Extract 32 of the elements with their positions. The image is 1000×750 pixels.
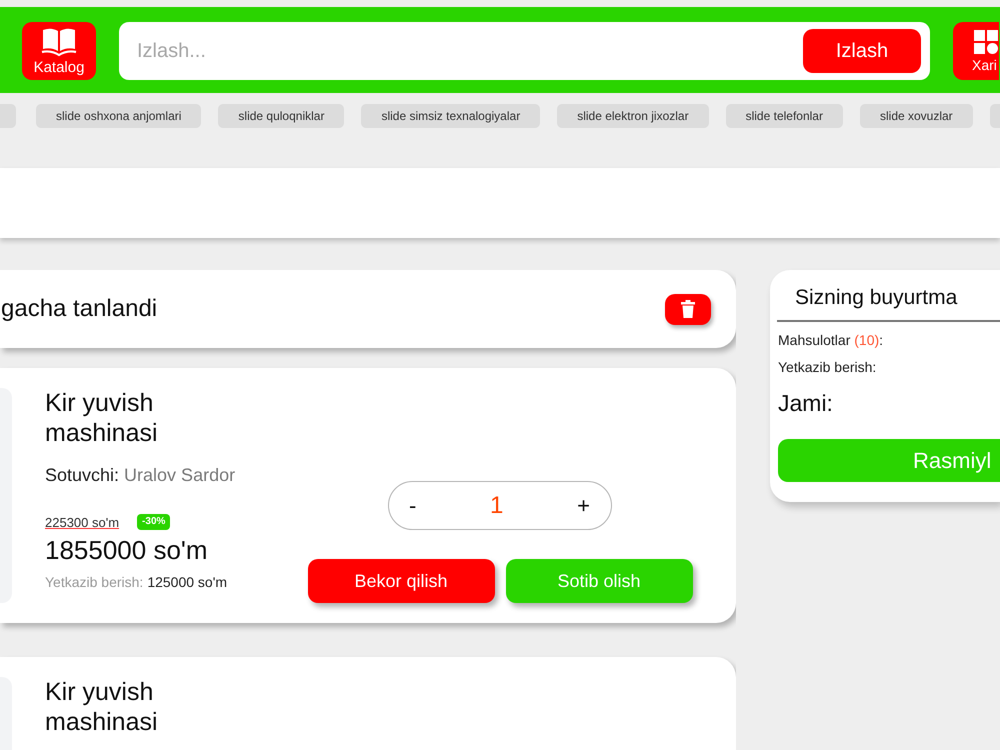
products-count-label: Mahsulotlar (10): [778, 331, 884, 349]
product-title: Kir yuvish mashinasi [45, 677, 159, 737]
delivery-price: 125000 so'm [147, 573, 228, 591]
category-chip[interactable]: slide elektron jixozlar [557, 104, 709, 128]
cart-button[interactable]: Xari [953, 22, 999, 80]
old-price: 225300 so'm [45, 514, 120, 530]
trash-icon [681, 300, 695, 318]
discount-badge: -30% [137, 514, 170, 530]
total-label: Jami: [778, 390, 834, 416]
catalog-button[interactable]: Katalog [22, 22, 96, 80]
grid-icon [974, 30, 998, 54]
quantity-stepper[interactable]: - 1 + [388, 481, 612, 530]
delivery-label: Yetkazib berish: [45, 573, 144, 591]
decrease-button[interactable]: - [405, 492, 420, 518]
category-chip[interactable]: slide xovuzlar [860, 104, 973, 128]
increase-button[interactable]: + [573, 492, 594, 518]
summary-title: Sizning buyurtma [794, 286, 958, 310]
book-icon [41, 26, 77, 56]
selection-summary: gacha tanlandi [1, 294, 158, 324]
search-button[interactable]: Izlash [803, 29, 921, 73]
product-title: Kir yuvish mashinasi [45, 388, 159, 448]
delete-button[interactable] [665, 294, 711, 324]
category-chip[interactable]: slide oshxona anjomlari [36, 104, 202, 128]
seller-label: Sotuvchi: [45, 465, 120, 485]
delivery-label: Yetkazib berish: [778, 358, 878, 376]
quantity-value: 1 [490, 492, 504, 520]
seller-name: Uralov Sardor [124, 465, 236, 485]
category-chip[interactable]: slide simsiz texnalogiyalar [361, 104, 540, 128]
product-price: 1855000 so'm [45, 535, 208, 565]
category-chip[interactable]: slide quloqniklar [218, 104, 344, 128]
category-chip[interactable]: slide telefonlar [726, 104, 843, 128]
cancel-button[interactable]: Bekor qilish [308, 559, 494, 603]
